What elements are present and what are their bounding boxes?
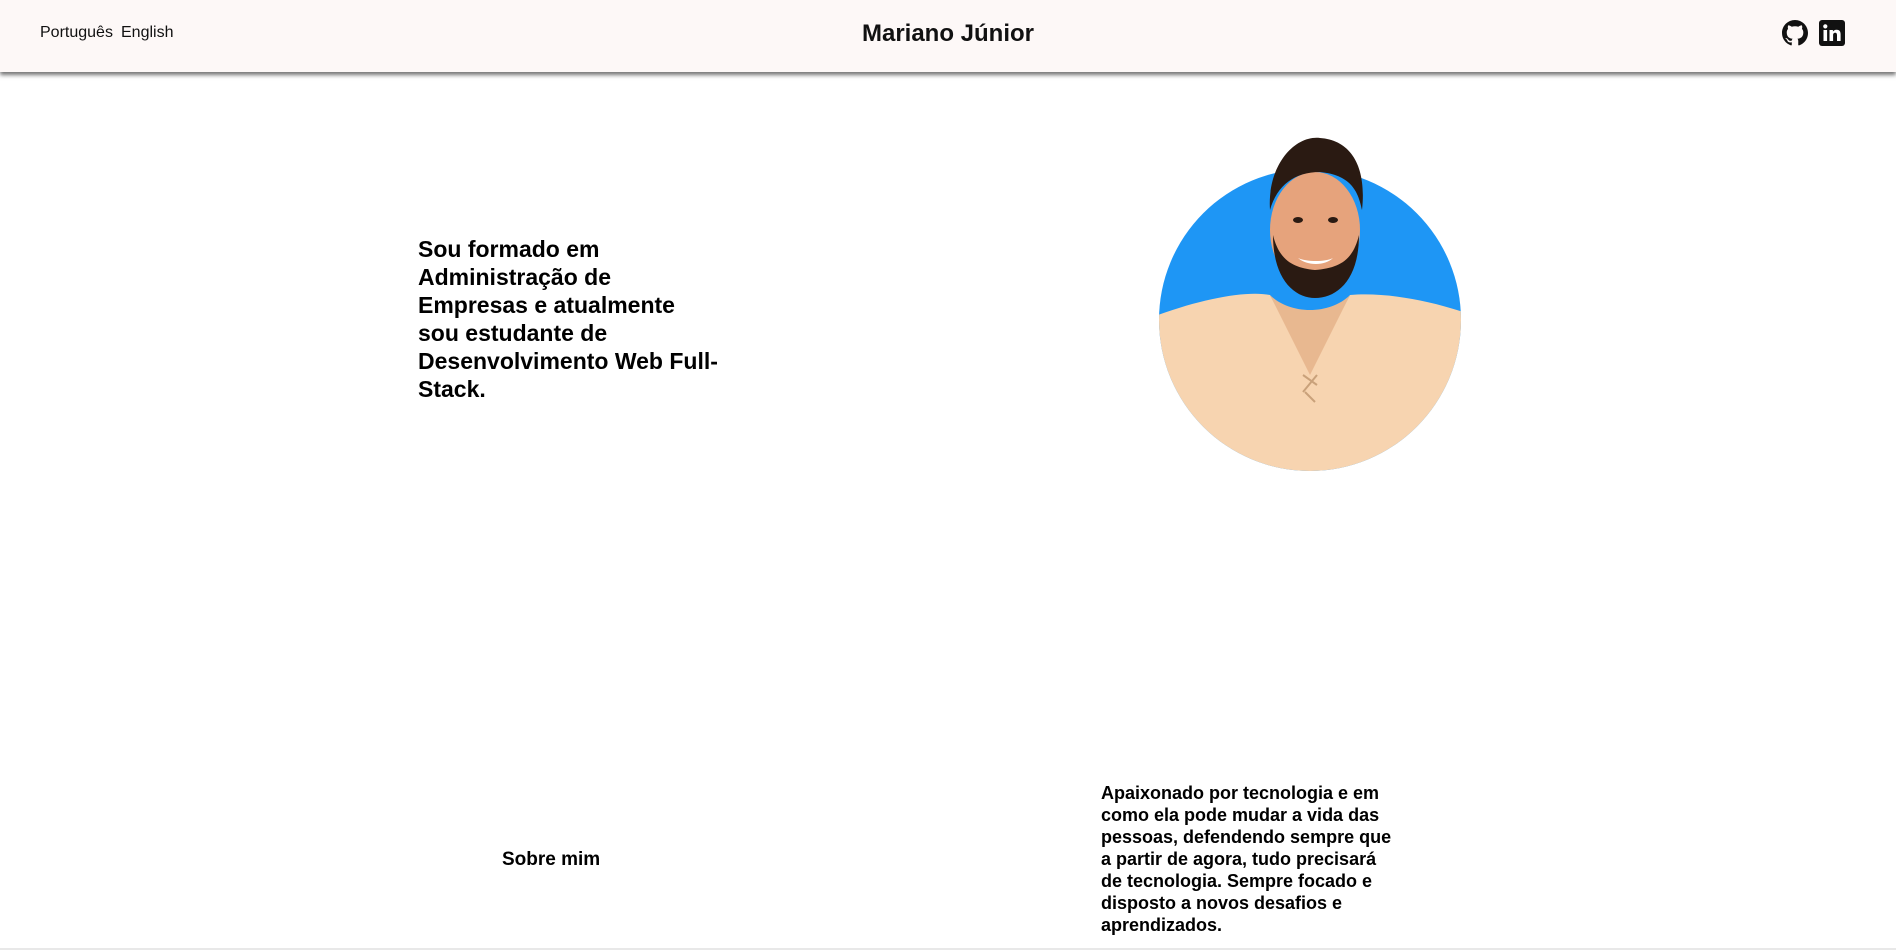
top-navbar: Português English Mariano Júnior xyxy=(0,0,1896,72)
github-icon xyxy=(1782,20,1808,46)
linkedin-link[interactable] xyxy=(1819,20,1845,46)
hero-intro-text: Sou formado em Administração de Empresas… xyxy=(418,236,718,402)
linkedin-icon xyxy=(1819,20,1845,46)
about-me-text: Apaixonado por tecnologia e em como ela … xyxy=(1101,783,1392,935)
profile-photo xyxy=(1159,137,1461,471)
profile-avatar xyxy=(1155,130,1465,475)
github-link[interactable] xyxy=(1782,20,1808,46)
site-title: Mariano Júnior xyxy=(861,20,1035,47)
about-me-label: Sobre mim xyxy=(502,849,601,870)
